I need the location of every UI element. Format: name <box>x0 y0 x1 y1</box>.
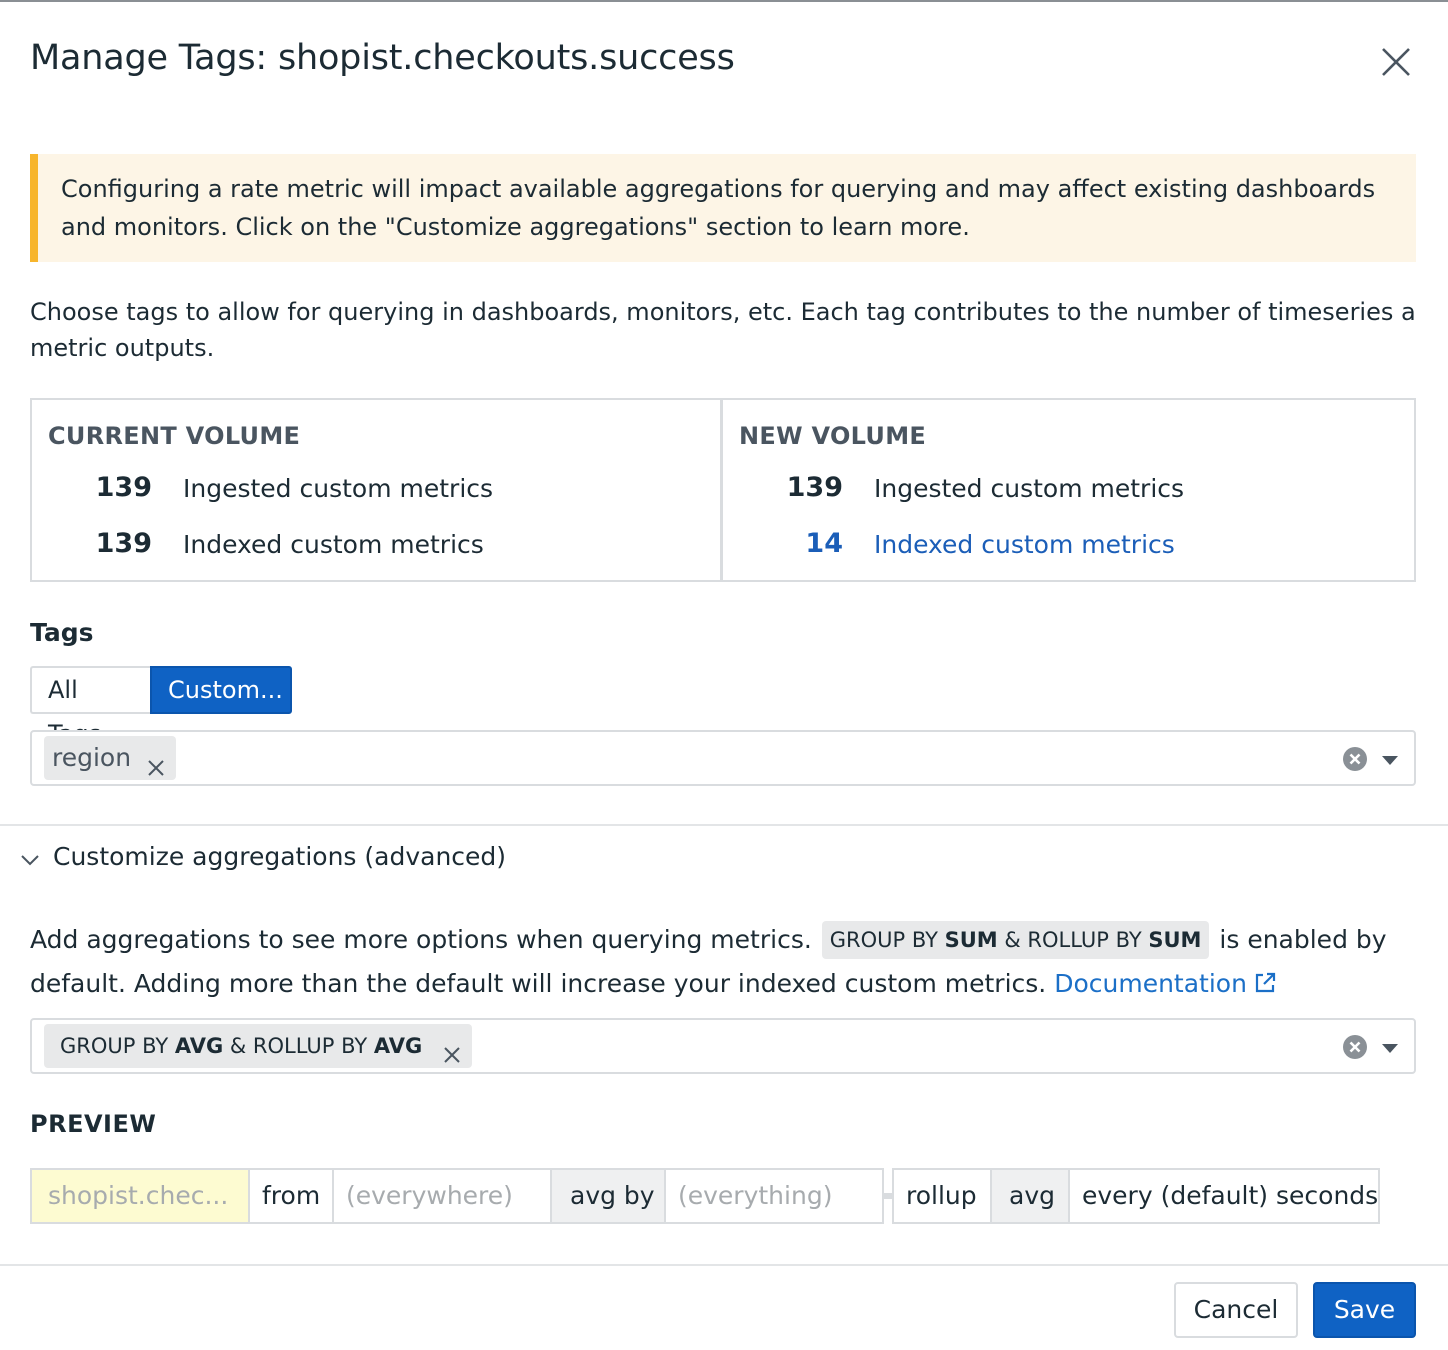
new-indexed-count: 14 <box>805 528 843 559</box>
custom-tags-toggle[interactable]: Custom... <box>150 666 292 714</box>
tag-chip-region: region <box>44 736 176 780</box>
default-joiner: & ROLLUP BY <box>997 928 1149 952</box>
top-border <box>0 0 1448 2</box>
current-ingested-label: Ingested custom metrics <box>183 474 494 503</box>
remove-tag-icon <box>148 760 164 776</box>
preview-rollup: rollup <box>892 1168 992 1224</box>
chevron-down-icon <box>21 855 39 866</box>
clear-tags-button[interactable] <box>1342 746 1368 772</box>
current-indexed-label: Indexed custom metrics <box>183 530 484 559</box>
agg-chip-group-prefix: GROUP BY <box>60 1034 175 1058</box>
preview-where: (everywhere) <box>332 1168 552 1224</box>
preview-metric: shopist.chec... <box>30 1168 250 1224</box>
aggregations-select[interactable]: GROUP BY AVG & ROLLUP BY AVG <box>30 1018 1416 1074</box>
preview-group-by: (everything) <box>664 1168 884 1224</box>
agg-desc-prefix: Add aggregations to see more options whe… <box>30 925 812 954</box>
documentation-link[interactable]: Documentation <box>1054 969 1277 998</box>
remove-aggregation-button[interactable] <box>442 1036 462 1063</box>
preview-avg-by: avg by <box>550 1168 666 1224</box>
new-ingested-label: Ingested custom metrics <box>874 474 1185 503</box>
new-ingested-count: 139 <box>786 472 843 503</box>
default-group-value: SUM <box>944 928 998 952</box>
documentation-link-label: Documentation <box>1054 969 1247 998</box>
preview-connector <box>884 1193 892 1199</box>
remove-tag-button[interactable] <box>146 748 166 776</box>
cancel-button[interactable]: Cancel <box>1174 1282 1298 1338</box>
save-button[interactable]: Save <box>1313 1282 1416 1338</box>
clear-icon <box>1343 1035 1367 1059</box>
default-aggregation-chip: GROUP BY SUM & ROLLUP BY SUM <box>821 921 1210 959</box>
current-volume-heading: CURRENT VOLUME <box>48 422 301 450</box>
current-indexed-row: 139 Indexed custom metrics <box>32 528 720 568</box>
preview-rollup-fn: avg <box>990 1168 1070 1224</box>
aggregations-description: Add aggregations to see more options whe… <box>30 918 1420 1006</box>
external-link-icon <box>1255 972 1276 993</box>
tag-chip-label: region <box>52 743 132 772</box>
new-indexed-label: Indexed custom metrics <box>874 530 1175 559</box>
default-rollup-value: SUM <box>1148 928 1202 952</box>
agg-chip-joiner: & ROLLUP BY <box>223 1034 374 1058</box>
tags-description: Choose tags to allow for querying in das… <box>30 298 1416 362</box>
dialog-title: Manage Tags: shopist.checkouts.success <box>30 38 735 78</box>
tags-select[interactable]: region <box>30 730 1416 786</box>
new-volume-panel: NEW VOLUME 139 Ingested custom metrics 1… <box>721 398 1416 582</box>
aggregations-dropdown-toggle[interactable] <box>1380 1040 1400 1054</box>
caret-down-icon <box>1382 1044 1398 1053</box>
aggregation-chip-avg: GROUP BY AVG & ROLLUP BY AVG <box>44 1024 472 1068</box>
default-group-prefix: GROUP BY <box>829 928 945 952</box>
agg-chip-group-value: AVG <box>174 1034 224 1058</box>
all-tags-toggle[interactable]: All Tags <box>30 666 151 748</box>
agg-chip-rollup-value: AVG <box>373 1034 423 1058</box>
caret-down-icon <box>1382 756 1398 765</box>
customize-aggregations-title: Customize aggregations (advanced) <box>53 842 507 871</box>
current-ingested-row: 139 Ingested custom metrics <box>32 472 720 512</box>
tags-label: Tags <box>30 618 94 647</box>
close-icon <box>1382 48 1410 76</box>
remove-tag-icon <box>444 1047 460 1063</box>
customize-aggregations-toggle[interactable]: Customize aggregations (advanced) <box>20 840 540 880</box>
current-ingested-count: 139 <box>95 472 152 503</box>
current-volume-panel: CURRENT VOLUME 139 Ingested custom metri… <box>30 398 722 582</box>
new-volume-heading: NEW VOLUME <box>739 422 927 450</box>
clear-aggregations-button[interactable] <box>1342 1034 1368 1060</box>
tags-dropdown-toggle[interactable] <box>1380 752 1400 766</box>
footer-divider <box>0 1264 1448 1266</box>
close-button[interactable] <box>1376 42 1416 82</box>
preview-from: from <box>248 1168 334 1224</box>
section-divider <box>0 824 1448 826</box>
current-indexed-count: 139 <box>95 528 152 559</box>
preview-label: PREVIEW <box>30 1110 157 1138</box>
new-indexed-row: 14 Indexed custom metrics <box>723 528 1414 568</box>
warning-text: Configuring a rate metric will impact av… <box>61 175 1376 241</box>
new-ingested-row: 139 Ingested custom metrics <box>723 472 1414 512</box>
rate-metric-warning: Configuring a rate metric will impact av… <box>30 154 1416 262</box>
clear-icon <box>1343 747 1367 771</box>
preview-interval: every (default) seconds <box>1068 1168 1380 1224</box>
